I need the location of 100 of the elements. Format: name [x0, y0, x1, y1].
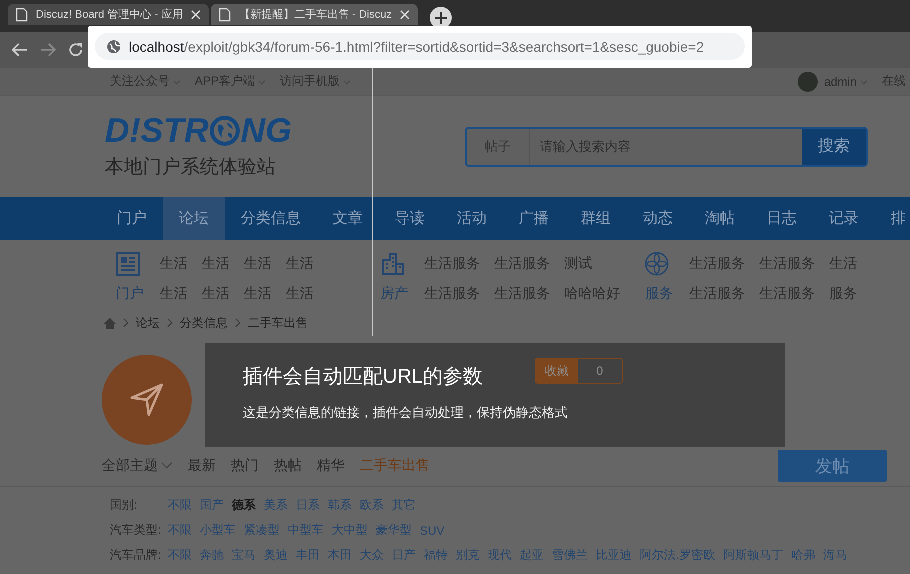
filter-option[interactable]: 小型车: [200, 522, 236, 539]
thread-filter-tab[interactable]: 热门: [231, 457, 259, 475]
filter-option[interactable]: 豪华型: [376, 522, 412, 539]
nav-item[interactable]: 导读: [379, 197, 441, 240]
chevron-icon: [122, 318, 130, 328]
subnav-link[interactable]: 生活服务: [424, 285, 481, 303]
search-button[interactable]: 搜索: [802, 128, 866, 164]
filter-option[interactable]: 日产: [392, 547, 416, 564]
filter-option[interactable]: 福特: [424, 547, 448, 564]
thread-filter-tab[interactable]: 二手车出售: [360, 457, 430, 475]
filter-option[interactable]: 起亚: [520, 547, 544, 564]
filter-option[interactable]: 哈弗: [791, 547, 816, 564]
subnav-link[interactable]: 生活服务: [494, 255, 551, 273]
subnav-link[interactable]: 生活: [244, 255, 272, 273]
nav-item[interactable]: 排: [875, 197, 910, 240]
filter-option[interactable]: 美系: [264, 497, 288, 514]
nav-item[interactable]: 记录: [813, 197, 875, 240]
subnav-link[interactable]: 哈哈哈好: [564, 285, 621, 303]
site-subtitle: 本地门户系统体验站: [105, 156, 277, 180]
page-icon: [219, 8, 232, 22]
back-icon[interactable]: [12, 43, 28, 57]
subnav-link[interactable]: 生活服务: [689, 255, 746, 273]
nav-item[interactable]: 文章: [317, 197, 379, 240]
tab-title: 【新提醒】二手车出售 - Discuz: [239, 8, 392, 22]
close-icon[interactable]: [400, 10, 410, 20]
subnav-category[interactable]: 服务: [645, 285, 676, 303]
subnav-link[interactable]: 生活: [244, 285, 272, 303]
reload-icon[interactable]: [68, 42, 84, 58]
subnav-link[interactable]: 生活: [286, 255, 314, 273]
browser-tab[interactable]: 【新提醒】二手车出售 - Discuz: [211, 4, 418, 25]
subnav-link[interactable]: 生活: [286, 285, 314, 303]
subnav-link[interactable]: 生活: [829, 255, 858, 273]
chevron-icon: [234, 318, 242, 328]
filter-option[interactable]: 大众: [360, 547, 384, 564]
nav-item[interactable]: 群组: [565, 197, 627, 240]
nav-item[interactable]: 广播: [503, 197, 565, 240]
filter-option[interactable]: 日系: [296, 497, 320, 514]
filter-label: 汽车类型:: [110, 522, 160, 539]
filter-option[interactable]: 国产: [200, 497, 224, 514]
thread-filter-tab[interactable]: 全部主题: [102, 457, 173, 475]
breadcrumb-link[interactable]: 论坛: [136, 314, 160, 332]
subnav-link[interactable]: 生活: [202, 255, 230, 273]
subnav-link[interactable]: 测试: [564, 255, 621, 273]
filter-option[interactable]: 阿斯顿马丁: [723, 547, 784, 564]
filter-option[interactable]: 不限: [168, 522, 192, 539]
filter-option[interactable]: 奔驰: [200, 547, 224, 564]
thread-filter-tab[interactable]: 最新: [188, 457, 216, 475]
nav-item[interactable]: 淘帖: [689, 197, 751, 240]
filter-label: 汽车品牌:: [110, 547, 160, 564]
nav-item[interactable]: 论坛: [163, 197, 225, 240]
filter-option[interactable]: 德系: [232, 497, 256, 514]
new-post-button[interactable]: 发帖: [778, 450, 887, 482]
nav-item[interactable]: 分类信息: [225, 197, 317, 240]
subnav-link[interactable]: 生活: [202, 285, 230, 303]
thread-filter-tab[interactable]: 精华: [317, 457, 345, 475]
subnav-link[interactable]: 生活服务: [494, 285, 551, 303]
filter-option[interactable]: 雪佛兰: [552, 547, 588, 564]
nav-item[interactable]: 动态: [627, 197, 689, 240]
subnav-link[interactable]: 生活: [160, 285, 188, 303]
subnav-link[interactable]: 生活服务: [689, 285, 746, 303]
filter-option[interactable]: 本田: [328, 547, 352, 564]
filter-option[interactable]: 韩系: [328, 497, 352, 514]
subnav-link[interactable]: 生活服务: [424, 255, 481, 273]
subnav-category[interactable]: 门户: [116, 285, 146, 303]
subnav-link[interactable]: 服务: [829, 285, 858, 303]
subnav-link[interactable]: 生活服务: [759, 255, 816, 273]
plus-icon: [435, 12, 448, 24]
filter-option[interactable]: 阿尔法.罗密欧: [640, 547, 716, 564]
breadcrumb-link[interactable]: 分类信息: [180, 314, 228, 332]
filter-option[interactable]: 别克: [456, 547, 480, 564]
favorite-button[interactable]: 收藏: [536, 359, 578, 383]
flower-icon: [645, 252, 670, 276]
filter-option[interactable]: 中型车: [288, 522, 324, 539]
subnav-link[interactable]: 生活服务: [759, 285, 816, 303]
breadcrumb-link[interactable]: 二手车出售: [248, 314, 308, 332]
filter-option[interactable]: SUV: [420, 524, 445, 538]
filter-option[interactable]: 奥迪: [264, 547, 288, 564]
filter-option[interactable]: 现代: [488, 547, 512, 564]
filter-option[interactable]: 海马: [823, 547, 848, 564]
filter-option[interactable]: 紧凑型: [244, 522, 280, 539]
subnav-link[interactable]: 生活: [160, 255, 188, 273]
chevron-icon: [166, 318, 174, 328]
filter-option[interactable]: 欧系: [360, 497, 384, 514]
filter-option[interactable]: 其它: [392, 497, 416, 514]
thread-filter-tab[interactable]: 热帖: [274, 457, 302, 475]
nav-item[interactable]: 日志: [751, 197, 813, 240]
browser-tab[interactable]: Discuz! Board 管理中心 - 应用: [8, 4, 210, 25]
filter-option[interactable]: 不限: [168, 497, 192, 514]
filter-option[interactable]: 比亚迪: [596, 547, 632, 564]
filter-option[interactable]: 不限: [168, 547, 192, 564]
filter-option[interactable]: 丰田: [296, 547, 320, 564]
subnav-category[interactable]: 房产: [380, 285, 411, 303]
filter-label: 国别:: [110, 497, 138, 514]
filter-option[interactable]: 宝马: [232, 547, 256, 564]
address-bar[interactable]: localhost/exploit/gbk34/forum-56-1.html?filter=sortid&sortid=3&searchsort=1&sesc_guobie=2: [95, 33, 745, 60]
logo: D!STR NG: [105, 114, 292, 148]
close-icon[interactable]: [191, 10, 202, 20]
nav-item[interactable]: 活动: [441, 197, 503, 240]
filter-option[interactable]: 大中型: [332, 522, 368, 539]
nav-item[interactable]: 门户: [101, 197, 163, 240]
